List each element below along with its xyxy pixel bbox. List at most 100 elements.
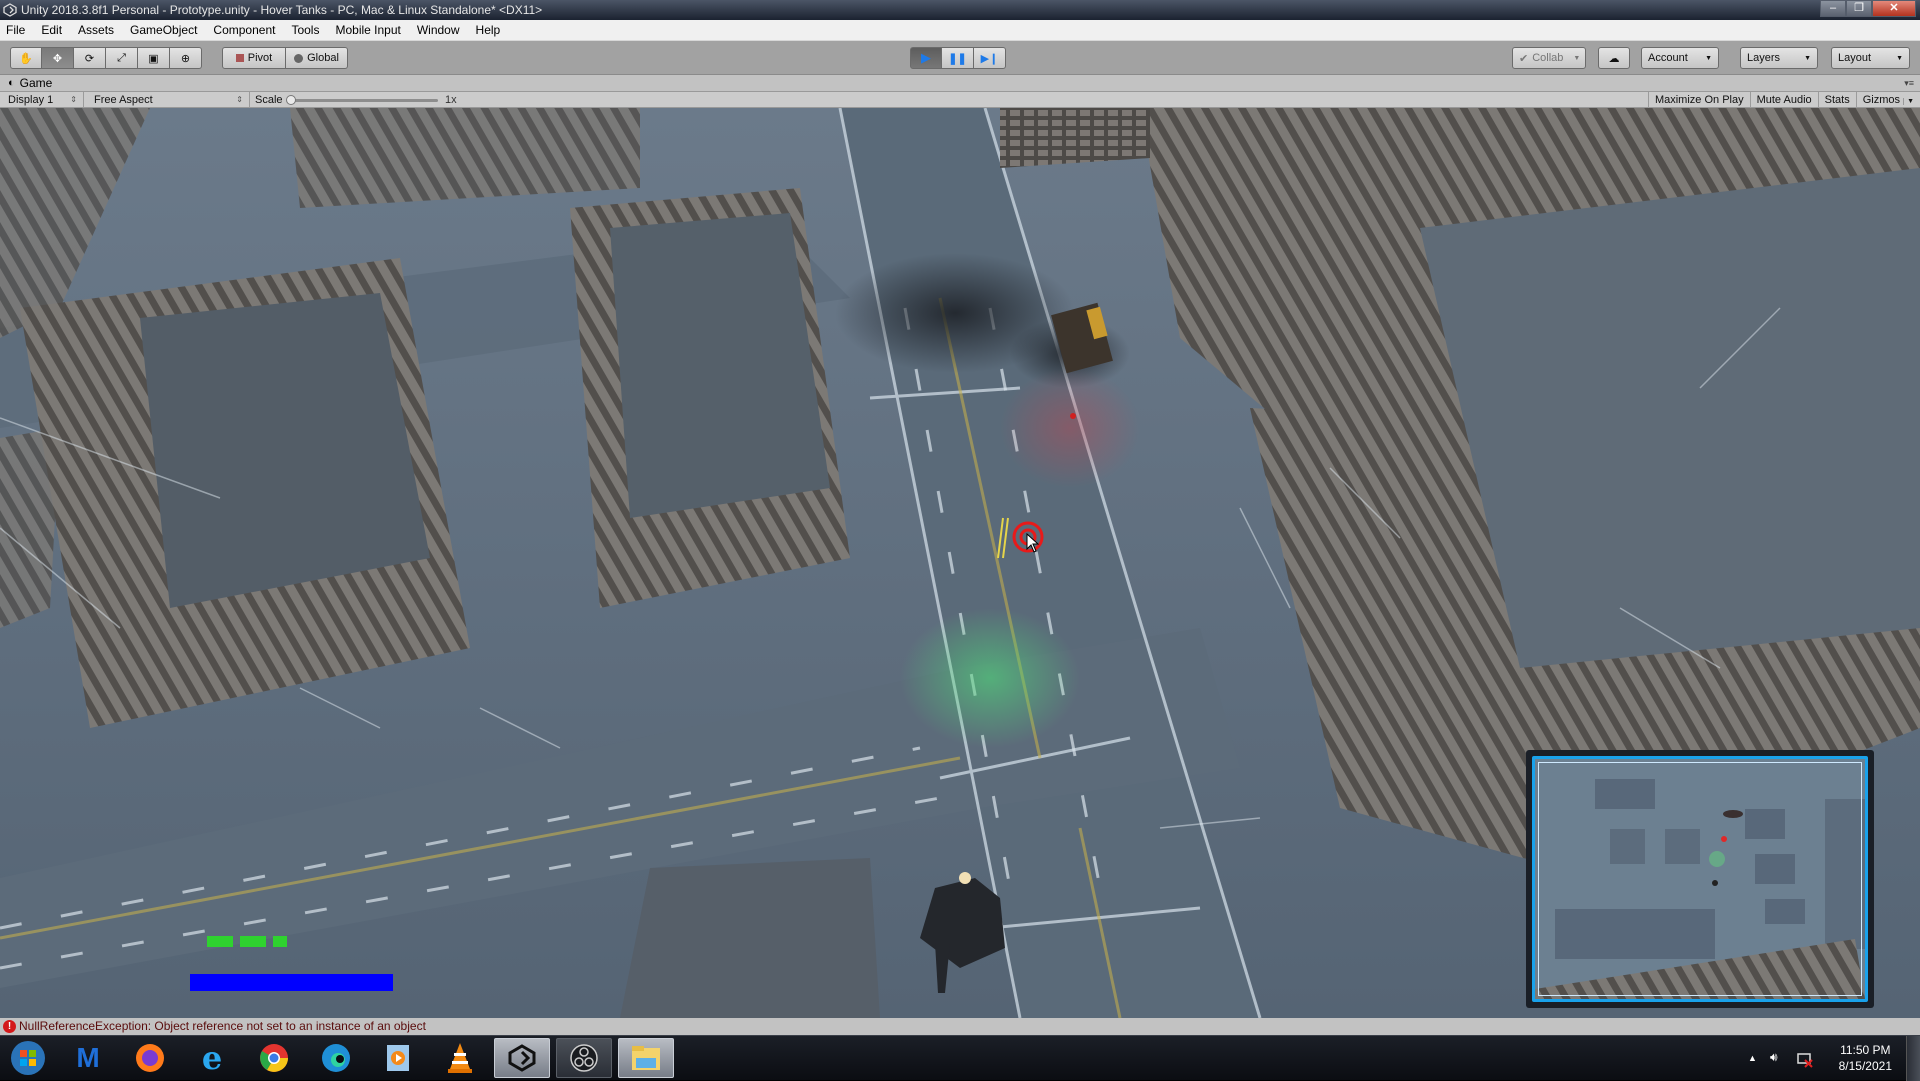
windows-logo-icon <box>11 1041 45 1075</box>
cloud-icon: ☁ <box>1608 52 1620 65</box>
panel-menu-icon[interactable]: ▾≡ <box>1904 75 1914 92</box>
windows-taskbar: M e ▲ 🔊︎ 11:50 PM 8/15/2021 <box>0 1035 1920 1081</box>
chrome-icon <box>260 1044 288 1072</box>
volume-icon[interactable]: 🔊︎ <box>1770 1050 1778 1065</box>
cloud-button[interactable]: ☁ <box>1598 47 1630 69</box>
folder-icon <box>632 1046 660 1070</box>
pause-button[interactable]: ❚❚ <box>942 47 974 69</box>
health-bar-fill <box>190 974 393 991</box>
layout-label: Layout <box>1838 52 1872 64</box>
show-hidden-icons-icon[interactable]: ▲ <box>1748 1053 1757 1063</box>
taskbar-unity[interactable] <box>494 1038 550 1078</box>
rotate-tool-button[interactable]: ⟳ <box>74 47 106 69</box>
taskbar-edge[interactable] <box>308 1038 364 1078</box>
menu-bar: File Edit Assets GameObject Component To… <box>0 20 1920 41</box>
edge-icon <box>322 1044 350 1072</box>
taskbar-malwarebytes[interactable]: M <box>60 1038 116 1078</box>
pivot-global-group: Pivot Global <box>222 47 348 69</box>
rotate-icon: ⟳ <box>84 52 95 65</box>
clock-date: 8/15/2021 <box>1838 1059 1892 1073</box>
minimap-view <box>1532 756 1868 1002</box>
menu-gameobject[interactable]: GameObject <box>122 20 205 40</box>
tab-game-label: Game <box>19 76 53 90</box>
chevron-down-icon: ▼ <box>1896 54 1903 62</box>
menu-window[interactable]: Window <box>409 20 468 40</box>
globe-icon <box>294 53 304 63</box>
scale-tool-button[interactable]: ⤢ <box>106 47 138 69</box>
network-disconnected-icon[interactable] <box>1796 1050 1814 1068</box>
unity-icon <box>3 3 17 17</box>
move-icon: ✥ <box>52 52 63 65</box>
console-status-bar[interactable]: ! NullReferenceException: Object referen… <box>0 1018 1920 1035</box>
taskbar-vlc[interactable] <box>432 1038 488 1078</box>
menu-edit[interactable]: Edit <box>33 20 70 40</box>
menu-mobile-input[interactable]: Mobile Input <box>327 20 408 40</box>
media-player-icon <box>387 1045 409 1071</box>
taskbar-media-player[interactable] <box>370 1038 426 1078</box>
collab-group: ✔ Collab ▼ <box>1512 47 1586 69</box>
vlc-icon <box>448 1043 472 1073</box>
maximize-on-play-toggle[interactable]: Maximize On Play <box>1647 92 1750 108</box>
chevron-down-icon: ▼ <box>1705 54 1712 62</box>
malwarebytes-icon: M <box>76 1042 100 1073</box>
scale-slider-track[interactable] <box>288 99 438 102</box>
display-dropdown[interactable]: Display 1 ⇕ <box>0 92 84 108</box>
menu-tools[interactable]: Tools <box>283 20 327 40</box>
internet-explorer-icon: e <box>201 1039 223 1077</box>
layers-dropdown[interactable]: Layers ▼ <box>1740 47 1818 69</box>
mouse-cursor-icon <box>1026 533 1040 553</box>
scale-label: Scale <box>255 94 283 106</box>
obs-icon <box>570 1044 598 1072</box>
taskbar-chrome[interactable] <box>246 1038 302 1078</box>
taskbar-firefox[interactable] <box>122 1038 178 1078</box>
ammo-pip <box>240 936 266 947</box>
pivot-label: Pivot <box>247 52 273 64</box>
layers-group: Layers ▼ <box>1740 47 1818 69</box>
taskbar-clock[interactable]: 11:50 PM 8/15/2021 <box>1839 1042 1892 1074</box>
taskbar-internet-explorer[interactable]: e <box>184 1038 240 1078</box>
gizmos-dropdown[interactable]: Gizmos ▼ <box>1855 92 1920 108</box>
hand-tool-button[interactable]: ✋ <box>10 47 42 69</box>
scale-slider-thumb[interactable] <box>286 95 296 105</box>
ammo-pip-partial <box>273 936 287 947</box>
stats-toggle[interactable]: Stats <box>1817 92 1856 108</box>
show-desktop-button[interactable] <box>1906 1036 1920 1081</box>
layout-group: Layout ▼ <box>1831 47 1910 69</box>
rect-tool-button[interactable]: ▣ <box>138 47 170 69</box>
menu-file[interactable]: File <box>0 20 33 40</box>
play-controls: ▶ ❚❚ ▶❙ <box>910 47 1006 69</box>
game-viewport[interactable] <box>0 108 1920 1018</box>
updown-icon: ⇕ <box>236 95 243 104</box>
clock-time: 11:50 PM <box>1840 1043 1891 1057</box>
window-title: Unity 2018.3.8f1 Personal - Prototype.un… <box>21 3 543 17</box>
menu-help[interactable]: Help <box>468 20 509 40</box>
tab-game[interactable]: ◐ Game <box>8 75 52 92</box>
play-button[interactable]: ▶ <box>910 47 942 69</box>
mute-audio-toggle[interactable]: Mute Audio <box>1749 92 1818 108</box>
system-tray: ▲ 🔊︎ 11:50 PM 8/15/2021 <box>1720 1036 1920 1081</box>
unity-icon <box>508 1044 536 1072</box>
game-controller-icon: ◐ <box>8 77 15 89</box>
account-label: Account <box>1648 52 1688 64</box>
pivot-button[interactable]: Pivot <box>222 47 286 69</box>
transform-tool-button[interactable]: ⊕ <box>170 47 202 69</box>
collab-button[interactable]: ✔ Collab ▼ <box>1512 47 1586 69</box>
close-button[interactable]: ✕ <box>1872 0 1916 17</box>
minimize-button[interactable]: – <box>1820 0 1846 17</box>
start-button[interactable] <box>0 1038 56 1078</box>
account-dropdown[interactable]: Account ▼ <box>1641 47 1719 69</box>
aspect-dropdown[interactable]: Free Aspect ⇕ <box>86 92 250 108</box>
global-button[interactable]: Global <box>286 47 348 69</box>
layout-dropdown[interactable]: Layout ▼ <box>1831 47 1910 69</box>
main-toolbar: ✋ ✥ ⟳ ⤢ ▣ ⊕ Pivot Global ▶ ❚❚ ▶❙ ✔ Colla… <box>0 41 1920 75</box>
menu-component[interactable]: Component <box>205 20 283 40</box>
play-icon: ▶ <box>921 50 931 65</box>
taskbar-file-explorer[interactable] <box>618 1038 674 1078</box>
step-button[interactable]: ▶❙ <box>974 47 1006 69</box>
menu-assets[interactable]: Assets <box>70 20 122 40</box>
maximize-button[interactable]: ❐ <box>1846 0 1872 17</box>
move-tool-button[interactable]: ✥ <box>42 47 74 69</box>
step-icon: ▶❙ <box>980 52 999 65</box>
cloud-group: ☁ <box>1598 47 1630 69</box>
taskbar-obs[interactable] <box>556 1038 612 1078</box>
